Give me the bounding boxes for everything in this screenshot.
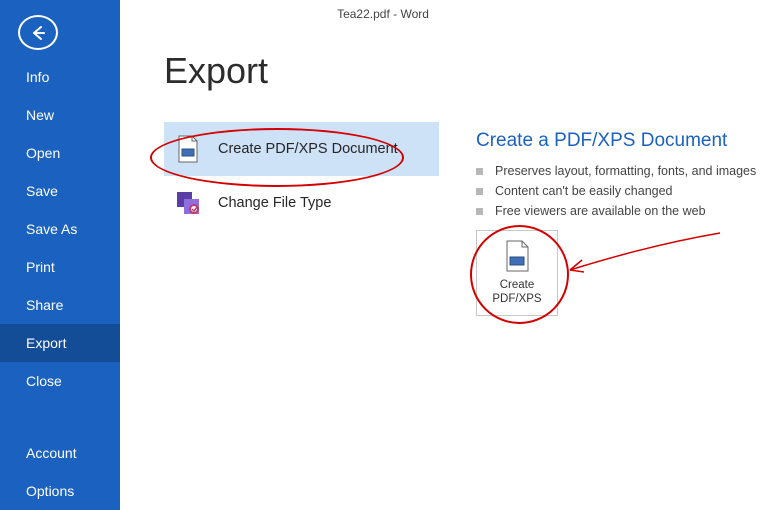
nav-item-share[interactable]: Share — [0, 286, 120, 324]
bullet-text: Content can't be easily changed — [495, 184, 673, 198]
pdf-xps-document-icon — [174, 135, 202, 163]
nav-item-save[interactable]: Save — [0, 172, 120, 210]
option-create-pdf-xps[interactable]: Create PDF/XPS Document — [164, 122, 439, 176]
pdf-xps-document-icon — [502, 239, 532, 273]
option-label: Change File Type — [218, 195, 331, 211]
bullet-text: Free viewers are available on the web — [495, 204, 706, 218]
nav-item-export[interactable]: Export — [0, 324, 120, 362]
export-detail-panel: Create a PDF/XPS Document Preserves layo… — [476, 130, 766, 316]
bullet-icon — [476, 168, 483, 175]
bullet-icon — [476, 188, 483, 195]
bullet-icon — [476, 208, 483, 215]
page-title: Export — [164, 50, 766, 92]
nav-item-info[interactable]: Info — [0, 58, 120, 96]
create-pdf-xps-button[interactable]: Create PDF/XPS — [476, 230, 558, 316]
detail-heading: Create a PDF/XPS Document — [476, 130, 766, 152]
change-file-type-icon — [174, 190, 202, 216]
nav-item-print[interactable]: Print — [0, 248, 120, 286]
nav-item-close[interactable]: Close — [0, 362, 120, 400]
backstage-nav: Info New Open Save Save As Print Share E… — [0, 58, 120, 510]
nav-item-new[interactable]: New — [0, 96, 120, 134]
nav-item-open[interactable]: Open — [0, 134, 120, 172]
bullet-text: Preserves layout, formatting, fonts, and… — [495, 164, 756, 178]
option-change-file-type[interactable]: Change File Type — [164, 176, 439, 230]
create-button-label: Create PDF/XPS — [492, 279, 541, 307]
nav-item-options[interactable]: Options — [0, 472, 120, 510]
export-options-list: Create PDF/XPS Document Change File Type — [164, 122, 439, 230]
detail-bullet: Free viewers are available on the web — [476, 204, 766, 218]
detail-bullet: Content can't be easily changed — [476, 184, 766, 198]
detail-bullet: Preserves layout, formatting, fonts, and… — [476, 164, 766, 178]
export-main-panel: Export Create PDF/XPS Document — [120, 0, 766, 510]
backstage-sidebar: Info New Open Save Save As Print Share E… — [0, 0, 120, 510]
nav-item-account[interactable]: Account — [0, 434, 120, 472]
option-label: Create PDF/XPS Document — [218, 141, 398, 157]
nav-item-save-as[interactable]: Save As — [0, 210, 120, 248]
